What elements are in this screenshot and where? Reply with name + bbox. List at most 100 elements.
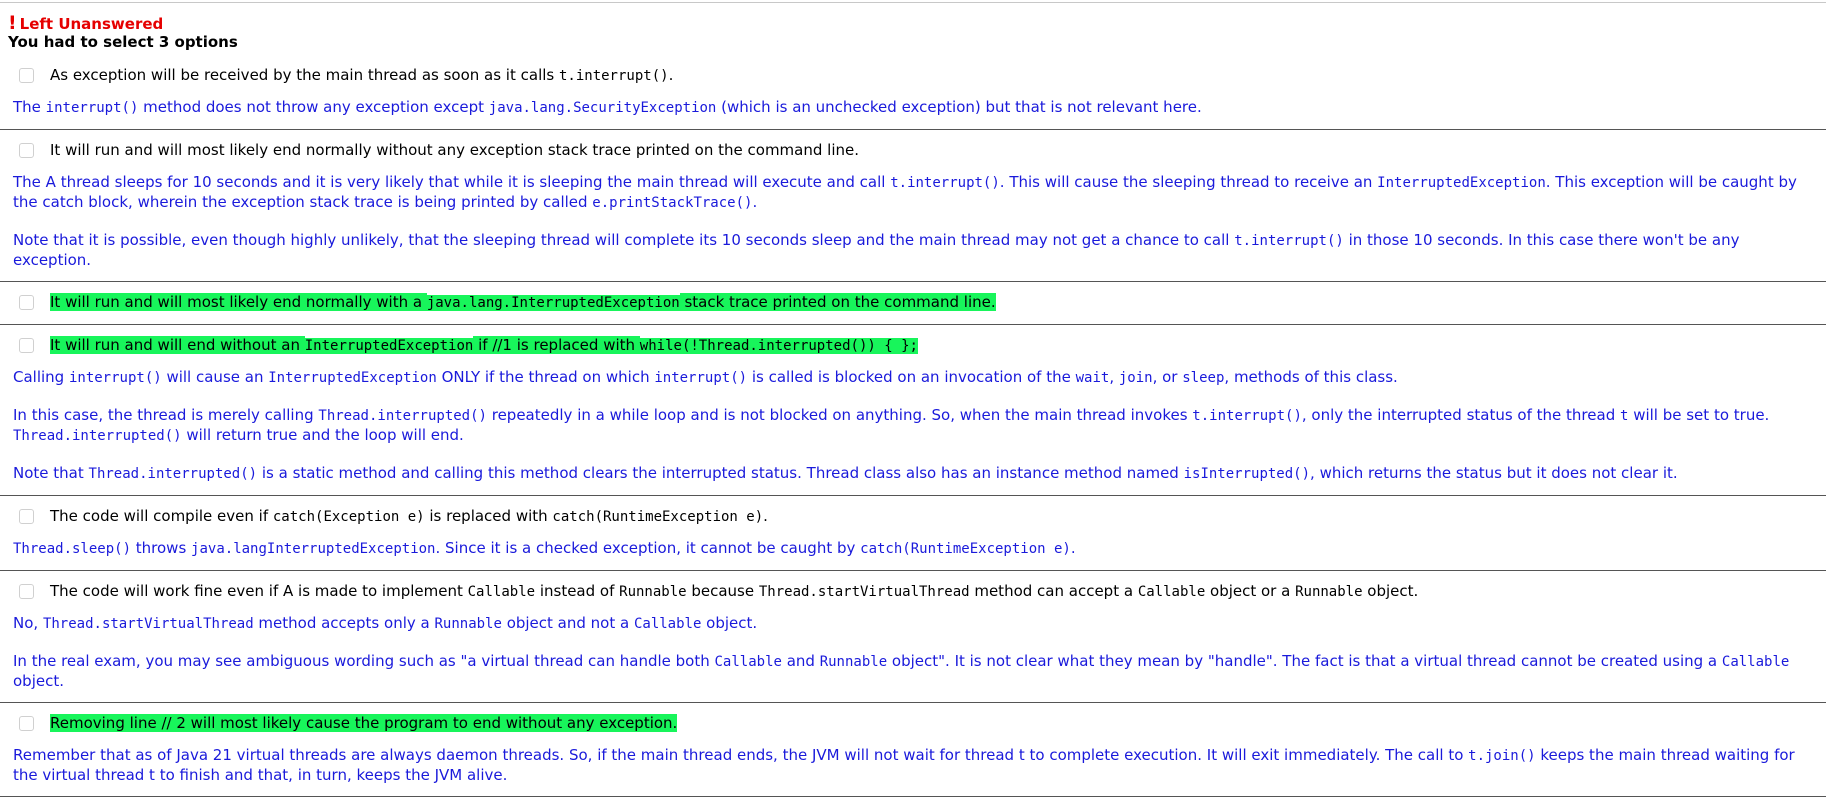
text-fragment: ONLY if the thread on which [436,368,655,386]
status-banner: ! Left Unanswered [8,12,163,34]
option-checkbox[interactable] [19,715,34,731]
code-fragment: java.lang.SecurityException [488,100,717,116]
text-fragment: No, [13,614,43,632]
code-fragment: t.interrupt() [1192,408,1302,424]
option-block: It will run and will end without an Inte… [0,325,1826,496]
option-explanation: Calling interrupt() will cause an Interr… [0,368,1826,484]
explanation-paragraph: The A thread sleeps for 10 seconds and i… [13,173,1816,213]
code-fragment: e.printStackTrace() [592,195,753,211]
text-fragment: The code will compile even if [50,506,273,525]
code-fragment: catch(RuntimeException e) [552,508,764,525]
text-fragment: stack trace printed on the command line. [679,292,996,311]
text-fragment: if //1 is replaced with [473,335,640,354]
explanation-paragraph: Calling interrupt() will cause an Interr… [13,368,1816,388]
text-fragment: In the real exam, you may see ambiguous … [13,652,715,670]
explanation-paragraph: The interrupt() method does not throw an… [13,98,1816,118]
code-fragment: Runnable [1295,583,1363,600]
text-fragment: It will run and will end without an [50,335,305,354]
option-block: It will run and will most likely end nor… [0,282,1826,325]
text-fragment: method accepts only a [253,614,435,632]
option-checkbox[interactable] [19,337,34,353]
explanation-paragraph: In the real exam, you may see ambiguous … [13,652,1816,691]
explanation-paragraph: Note that Thread.interrupted() is a stat… [13,464,1816,484]
option-checkbox[interactable] [19,294,34,310]
code-fragment: Callable [1721,654,1790,670]
code-fragment: Thread.sleep() [13,541,132,557]
code-fragment: interrupt() [654,370,748,386]
code-fragment: Callable [1137,583,1206,600]
code-fragment: Runnable [819,654,888,670]
code-fragment: Callable [633,616,702,632]
option-row: As exception will be received by the mai… [0,64,1826,86]
explanation-paragraph: No, Thread.startVirtualThread method acc… [13,614,1816,634]
text-fragment: object and not a [501,614,634,632]
option-block: The code will work fine even if A is mad… [0,571,1826,703]
text-fragment: The [13,98,46,116]
code-fragment: t.interrupt() [890,175,1000,191]
code-fragment: java.lang.InterruptedException [426,294,680,311]
option-row: It will run and will most likely end nor… [0,139,1826,161]
option-checkbox[interactable] [19,508,34,524]
option-explanation: No, Thread.startVirtualThread method acc… [0,614,1826,691]
text-fragment: , or [1152,368,1183,386]
code-fragment: t.join() [1468,748,1536,764]
option-explanation: The interrupt() method does not throw an… [0,98,1826,118]
text-fragment: As exception will be received by the mai… [50,65,559,84]
warning-icon: ! [8,12,17,34]
text-fragment: because [686,581,759,600]
option-checkbox[interactable] [19,142,34,158]
option-row: Removing line // 2 will most likely caus… [0,712,1826,734]
option-explanation: The A thread sleeps for 10 seconds and i… [0,173,1826,270]
code-fragment: join [1118,370,1153,386]
text-fragment: object or a [1205,581,1296,600]
text-fragment: . This will cause the sleeping thread to… [999,173,1378,191]
code-fragment: Thread.interrupted() [318,408,487,424]
text-fragment: Note that it is possible, even though hi… [13,231,1235,249]
text-fragment: . [668,65,674,84]
option-row: It will run and will end without an Inte… [0,334,1826,356]
explanation-paragraph: Thread.sleep() throws java.langInterrupt… [13,539,1816,559]
option-checkbox[interactable] [19,583,34,599]
text-fragment: method can accept a [969,581,1138,600]
option-label-correct: Removing line // 2 will most likely caus… [50,712,678,734]
text-fragment: will cause an [161,368,269,386]
text-fragment: It will run and will most likely end nor… [50,292,427,311]
code-fragment: while(!Thread.interrupted()) { }; [639,337,918,354]
code-fragment: InterruptedException [1377,175,1546,191]
text-fragment: , only the interrupted status of the thr… [1301,406,1620,424]
top-divider [0,2,1826,3]
option-explanation: Thread.sleep() throws java.langInterrupt… [0,539,1826,559]
text-fragment: , methods of this class. [1224,368,1398,386]
text-fragment: . Since it is a checked exception, it ca… [435,539,861,557]
option-label: It will run and will most likely end nor… [50,139,859,161]
text-fragment: Note that [13,464,89,482]
text-fragment: instead of [535,581,620,600]
option-label-correct: It will run and will most likely end nor… [50,291,996,314]
status-text: Left Unanswered [19,15,164,33]
option-row: The code will compile even if catch(Exce… [0,505,1826,527]
option-checkbox[interactable] [19,67,34,83]
code-fragment: InterruptedException [304,337,474,354]
text-fragment: object. [701,614,758,632]
option-block: As exception will be received by the mai… [0,55,1826,130]
text-fragment: . [763,506,768,525]
option-row: It will run and will most likely end nor… [0,291,1826,313]
explanation-paragraph: In this case, the thread is merely calli… [13,406,1816,446]
option-block: Removing line // 2 will most likely caus… [0,703,1826,797]
code-fragment: Callable [714,654,782,670]
text-fragment: (which is an unchecked exception) but th… [716,98,1202,116]
code-fragment: Thread.startVirtualThread [758,583,970,600]
text-fragment: In this case, the thread is merely calli… [13,406,319,424]
code-fragment: interrupt() [68,370,162,386]
text-fragment: method does not throw any exception exce… [138,98,489,116]
option-label: The code will compile even if catch(Exce… [50,505,768,528]
option-explanation: Remember that as of Java 21 virtual thre… [0,746,1826,785]
explanation-paragraph: Remember that as of Java 21 virtual thre… [13,746,1816,785]
code-fragment: interrupt() [45,100,139,116]
text-fragment: is a static method and calling this meth… [257,464,1184,482]
option-block: The code will compile even if catch(Exce… [0,496,1826,571]
code-fragment: Runnable [434,616,502,632]
explanation-paragraph: Note that it is possible, even though hi… [13,231,1816,270]
text-fragment: object. [1362,581,1419,600]
text-fragment: will return true and the loop will end. [181,426,464,444]
